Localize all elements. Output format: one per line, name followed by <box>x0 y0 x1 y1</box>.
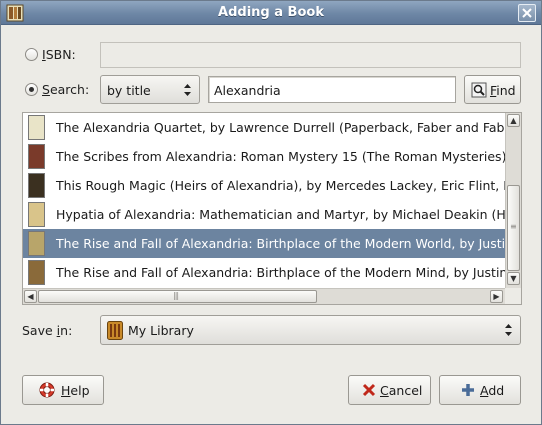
horizontal-scroll-thumb[interactable]: ||| <box>38 290 317 303</box>
book-cover-thumbnail <box>28 202 45 227</box>
book-cover-thumbnail <box>28 173 45 198</box>
close-icon <box>522 8 532 18</box>
find-label: Find <box>490 83 516 98</box>
result-row[interactable]: The Rise and Fall of Alexandria: Birthpl… <box>23 258 506 287</box>
search-mode-value: by title <box>107 83 151 98</box>
isbn-radio[interactable] <box>25 48 38 61</box>
book-cover-thumbnail <box>28 115 45 140</box>
add-button[interactable]: Add <box>439 375 521 405</box>
vertical-scrollbar[interactable]: ▲ ≡ ▼ <box>505 113 521 288</box>
book-cover-thumbnail <box>28 260 45 285</box>
search-mode-select[interactable]: by title <box>100 75 200 104</box>
window-title: Adding a Book <box>218 5 324 20</box>
book-cover-thumbnail <box>28 231 45 256</box>
lifebuoy-icon <box>39 382 55 398</box>
updown-arrows-icon <box>505 324 512 336</box>
find-icon <box>471 82 487 98</box>
title-bar[interactable]: Adding a Book <box>1 1 541 25</box>
scroll-right-arrow[interactable]: ▶ <box>490 290 503 303</box>
isbn-label: ISBN: <box>42 47 76 62</box>
result-text: Hypatia of Alexandria: Mathematician and… <box>56 207 506 222</box>
library-icon <box>107 321 123 340</box>
updown-arrows-icon <box>184 84 191 96</box>
result-text: This Rough Magic (Heirs of Alexandria), … <box>56 178 506 193</box>
result-text: The Rise and Fall of Alexandria: Birthpl… <box>56 236 506 251</box>
save-in-label: Save in: <box>22 323 73 338</box>
grip-icon: ≡ <box>510 222 517 231</box>
add-label: Add <box>480 383 505 398</box>
close-button[interactable] <box>518 4 536 22</box>
scroll-down-arrow[interactable]: ▼ <box>507 272 520 285</box>
plus-icon <box>462 384 474 396</box>
results-rows: The Alexandria Quartet, by Lawrence Durr… <box>23 113 506 288</box>
find-button[interactable]: Find <box>464 75 521 104</box>
result-text: The Scribes from Alexandria: Roman Myste… <box>56 149 506 164</box>
isbn-input[interactable] <box>100 42 521 68</box>
scroll-up-arrow[interactable]: ▲ <box>507 114 520 127</box>
search-query-input[interactable]: Alexandria <box>208 76 456 103</box>
vertical-scroll-thumb[interactable]: ≡ <box>507 185 520 271</box>
results-list[interactable]: The Alexandria Quartet, by Lawrence Durr… <box>22 112 522 305</box>
scroll-corner <box>505 288 521 304</box>
scroll-left-arrow[interactable]: ◀ <box>24 290 37 303</box>
cancel-label: Cancel <box>380 383 423 398</box>
horizontal-scrollbar[interactable]: ◀ ||| ▶ <box>23 288 506 304</box>
search-radio[interactable] <box>25 83 38 96</box>
help-button[interactable]: Help <box>22 375 104 405</box>
result-text: The Rise and Fall of Alexandria: Birthpl… <box>56 265 506 280</box>
grip-icon: ||| <box>173 291 179 300</box>
help-label: Help <box>61 383 90 398</box>
result-row[interactable]: The Rise and Fall of Alexandria: Birthpl… <box>23 229 506 258</box>
book-cover-thumbnail <box>28 144 45 169</box>
search-label: Search: <box>42 82 90 97</box>
cancel-button[interactable]: Cancel <box>348 375 431 405</box>
save-in-value: My Library <box>128 323 194 338</box>
result-row[interactable]: This Rough Magic (Heirs of Alexandria), … <box>23 171 506 200</box>
result-row[interactable]: The Alexandria Quartet, by Lawrence Durr… <box>23 113 506 142</box>
result-row[interactable]: Hypatia of Alexandria: Mathematician and… <box>23 200 506 229</box>
result-text: The Alexandria Quartet, by Lawrence Durr… <box>56 120 506 135</box>
save-in-select[interactable]: My Library <box>100 315 521 345</box>
cancel-x-icon <box>362 383 376 397</box>
result-row[interactable]: The Scribes from Alexandria: Roman Myste… <box>23 142 506 171</box>
adding-book-dialog: Adding a Book ISBN: Search: by title Ale… <box>0 0 542 425</box>
